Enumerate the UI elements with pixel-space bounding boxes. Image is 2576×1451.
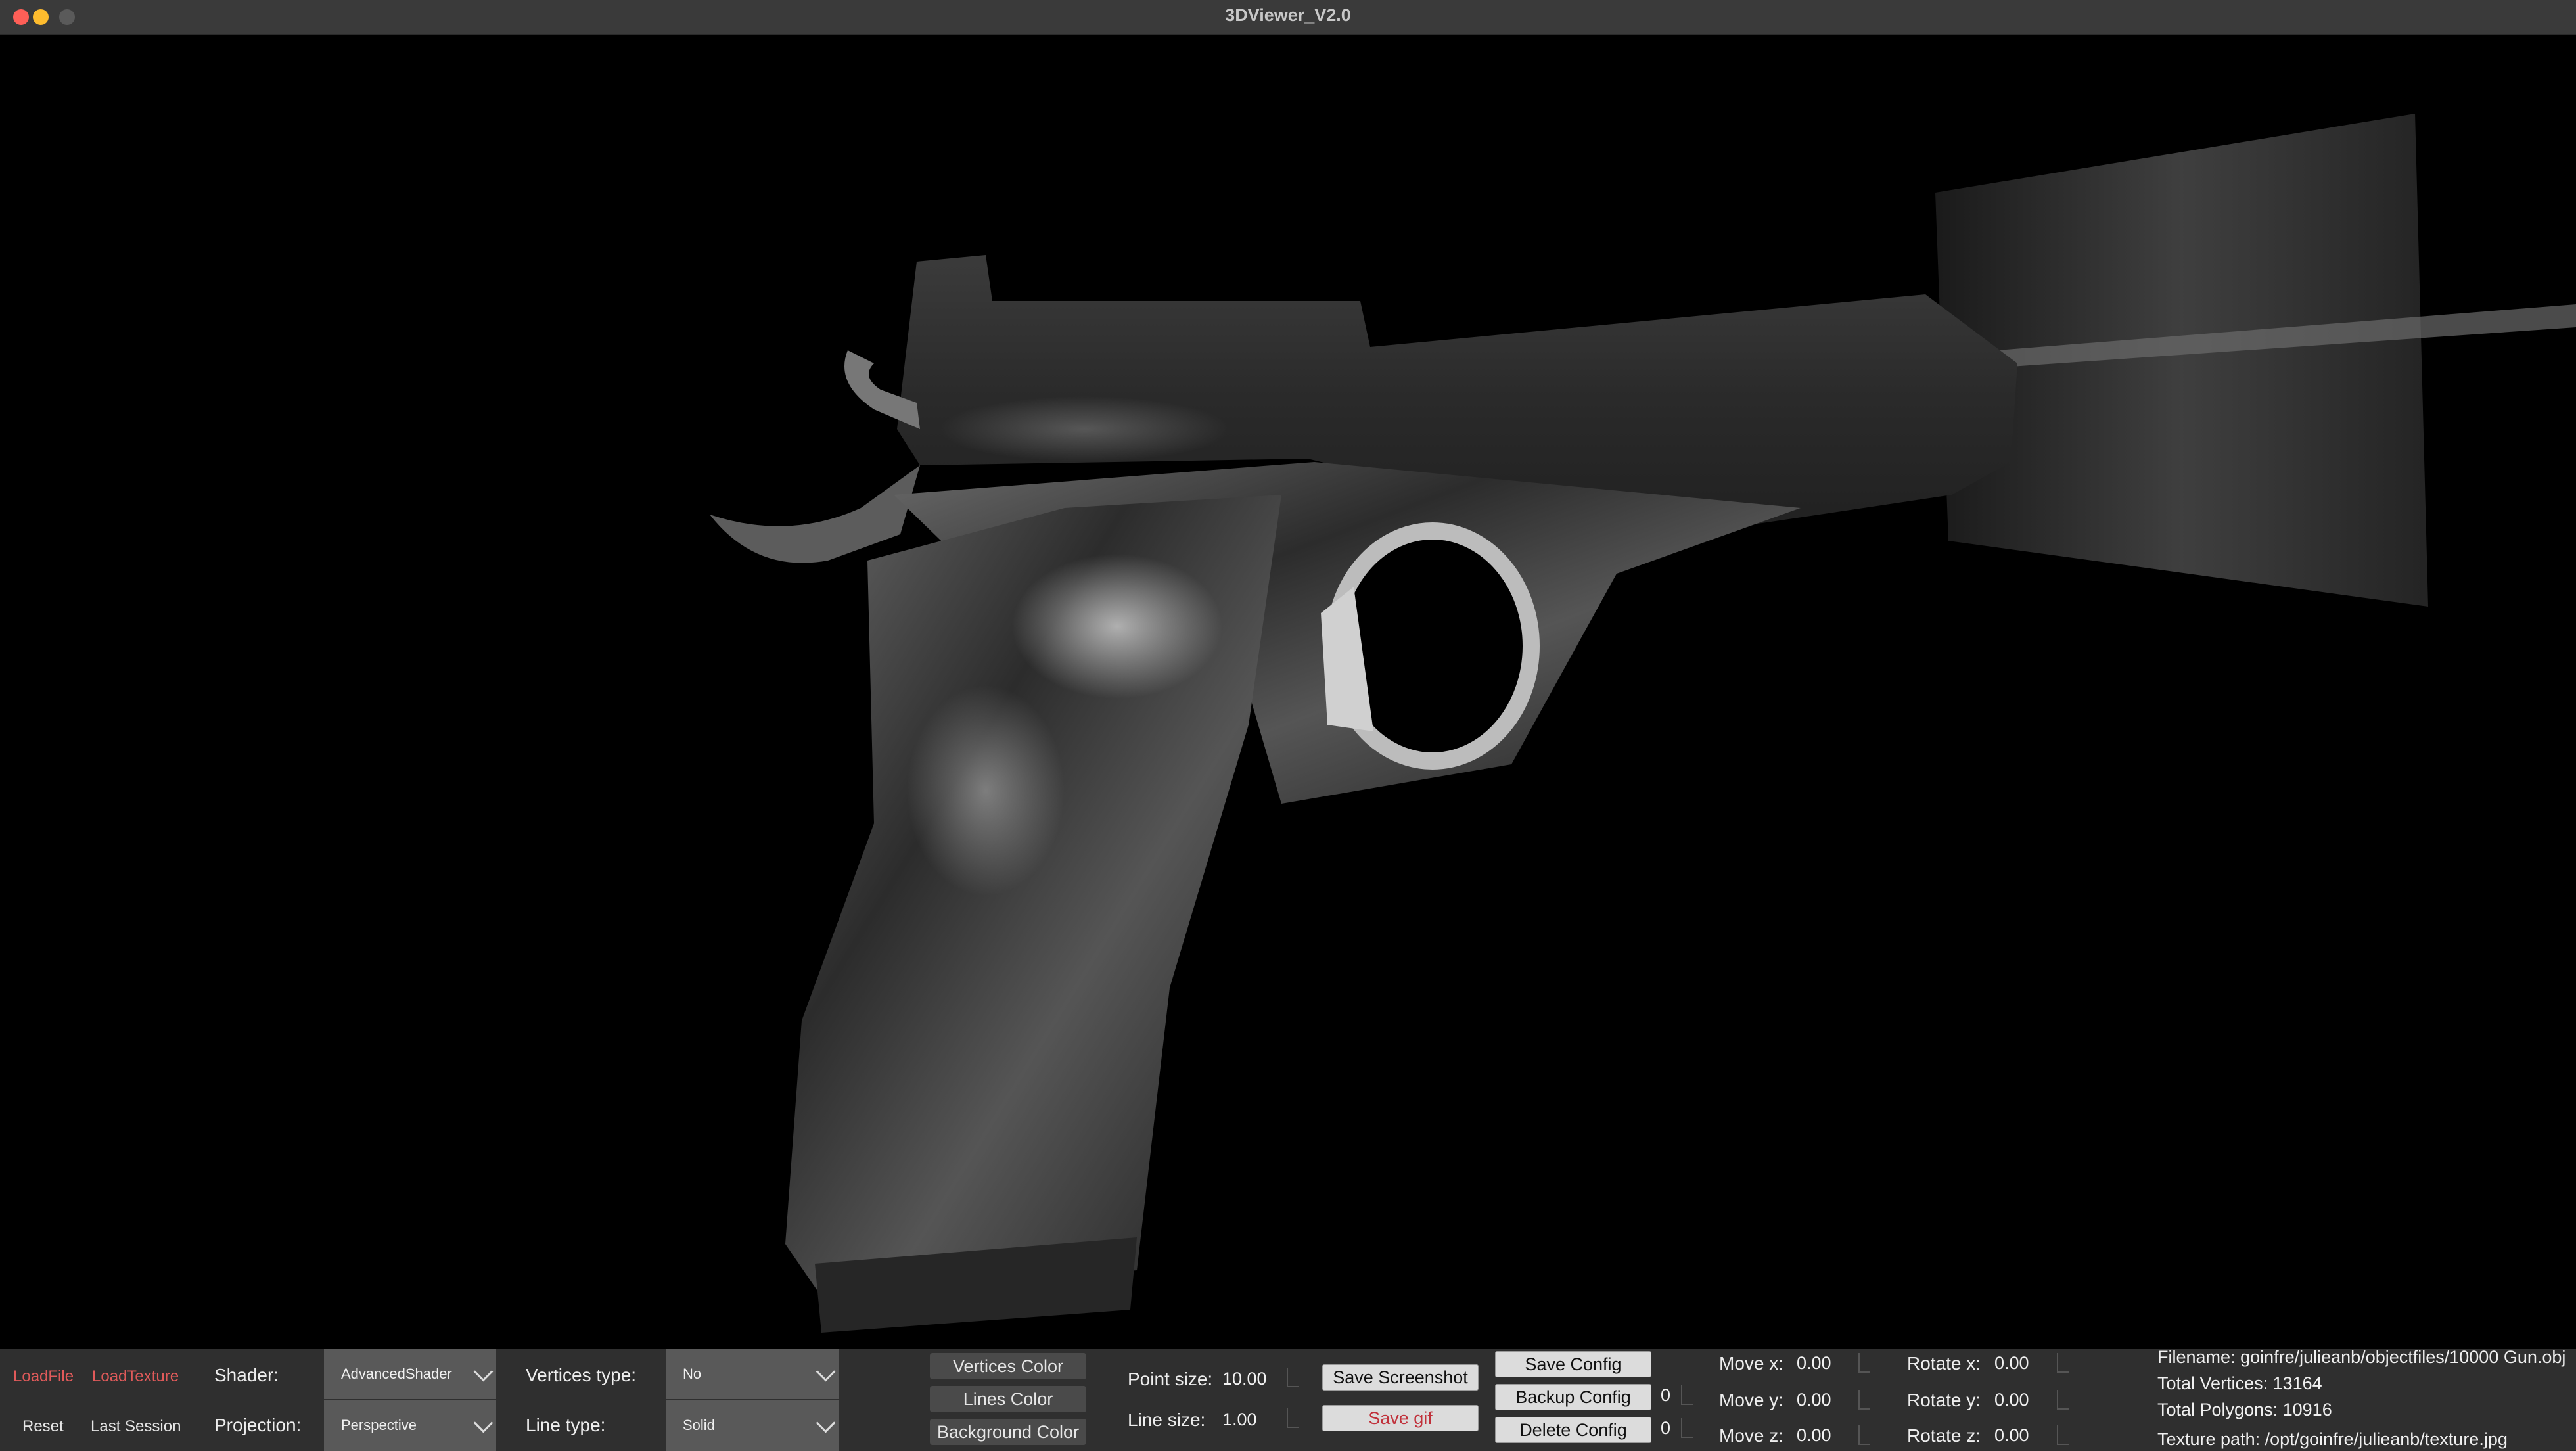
window-title: 3DViewer_V2.0 [1225, 5, 1351, 25]
chevron-down-icon [816, 1413, 836, 1433]
vertices-color-button[interactable]: Vertices Color [930, 1353, 1086, 1379]
point-size-field[interactable]: 10.00 [1222, 1369, 1267, 1389]
projection-select[interactable]: Perspective [324, 1400, 496, 1451]
rendered-gun-model [710, 114, 2576, 1333]
move-x-label: Move x: [1719, 1353, 1784, 1373]
total-vertices-label: Total Vertices: [2157, 1373, 2268, 1393]
delete-config-stepper[interactable] [1681, 1418, 1693, 1438]
rotate-z-stepper[interactable] [2057, 1425, 2069, 1445]
shader-value: AdvancedShader [341, 1366, 452, 1382]
delete-config-button[interactable]: Delete Config [1495, 1417, 1651, 1443]
shader-label: Shader: [214, 1365, 279, 1385]
move-z-stepper[interactable] [1858, 1425, 1870, 1445]
move-y-field[interactable]: 0.00 [1797, 1390, 1831, 1410]
control-panel: LoadFile LoadTexture Reset Last Session … [0, 1347, 2576, 1451]
save-config-button[interactable]: Save Config [1495, 1351, 1651, 1377]
line-size-field[interactable]: 1.00 [1222, 1410, 1257, 1430]
line-type-select[interactable]: Solid [666, 1400, 839, 1451]
rotate-x-stepper[interactable] [2057, 1353, 2069, 1373]
projection-label: Projection: [214, 1415, 302, 1435]
rotate-z-label: Rotate z: [1907, 1425, 1981, 1446]
line-size-stepper[interactable] [1287, 1408, 1299, 1428]
texture-path-label: Texture path: [2157, 1429, 2261, 1449]
rotate-x-label: Rotate x: [1907, 1353, 1981, 1373]
chevron-down-icon [816, 1362, 836, 1382]
total-polygons-value: 10916 [2282, 1400, 2332, 1419]
move-y-label: Move y: [1719, 1390, 1784, 1410]
move-x-stepper[interactable] [1858, 1353, 1870, 1373]
filename-info: Filename: goinfre/julieanb/objectfiles/1… [2157, 1347, 2565, 1368]
backup-config-count[interactable]: 0 [1661, 1385, 1670, 1406]
move-z-field[interactable]: 0.00 [1797, 1425, 1831, 1446]
lines-color-button[interactable]: Lines Color [930, 1386, 1086, 1412]
model-viewport[interactable] [0, 35, 2576, 1349]
point-size-stepper[interactable] [1287, 1368, 1299, 1387]
vertices-type-select[interactable]: No [666, 1349, 839, 1399]
polygons-info: Total Polygons: 10916 [2157, 1400, 2332, 1420]
line-type-label: Line type: [526, 1415, 606, 1435]
line-size-label: Line size: [1128, 1410, 1206, 1430]
rotate-y-stepper[interactable] [2057, 1390, 2069, 1410]
rotate-z-field[interactable]: 0.00 [1994, 1425, 2029, 1446]
chevron-down-icon [473, 1362, 494, 1382]
filename-value: goinfre/julieanb/objectfiles/10000 Gun.o… [2240, 1347, 2566, 1367]
rotate-x-field[interactable]: 0.00 [1994, 1353, 2029, 1373]
load-texture-button[interactable]: LoadTexture [92, 1368, 179, 1386]
texture-path-info: Texture path: /opt/goinfre/julieanb/text… [2157, 1429, 2508, 1450]
reset-button[interactable]: Reset [22, 1417, 64, 1436]
backup-config-button[interactable]: Backup Config [1495, 1384, 1651, 1410]
chevron-down-icon [473, 1413, 494, 1433]
total-vertices-value: 13164 [2272, 1373, 2322, 1393]
filename-label: Filename: [2157, 1347, 2236, 1367]
backup-config-stepper[interactable] [1681, 1385, 1693, 1405]
last-session-button[interactable]: Last Session [91, 1417, 181, 1436]
texture-path-value: /opt/goinfre/julieanb/texture.jpg [2265, 1429, 2508, 1449]
save-gif-button[interactable]: Save gif [1322, 1405, 1479, 1431]
delete-config-count[interactable]: 0 [1661, 1418, 1670, 1439]
projection-value: Perspective [341, 1417, 417, 1433]
save-screenshot-button[interactable]: Save Screenshot [1322, 1364, 1479, 1391]
vertices-type-label: Vertices type: [526, 1365, 637, 1385]
total-polygons-label: Total Polygons: [2157, 1400, 2278, 1419]
load-file-button[interactable]: LoadFile [13, 1368, 74, 1386]
move-y-stepper[interactable] [1858, 1390, 1870, 1410]
vertices-info: Total Vertices: 13164 [2157, 1373, 2322, 1394]
move-x-field[interactable]: 0.00 [1797, 1353, 1831, 1373]
title-bar: 3DViewer_V2.0 [0, 0, 2576, 35]
move-z-label: Move z: [1719, 1425, 1784, 1446]
line-type-value: Solid [683, 1417, 715, 1433]
rotate-y-field[interactable]: 0.00 [1994, 1390, 2029, 1410]
background-color-button[interactable]: Background Color [930, 1419, 1086, 1445]
rotate-y-label: Rotate y: [1907, 1390, 1981, 1410]
point-size-label: Point size: [1128, 1369, 1213, 1389]
shader-select[interactable]: AdvancedShader [324, 1349, 496, 1399]
vertices-type-value: No [683, 1366, 702, 1382]
